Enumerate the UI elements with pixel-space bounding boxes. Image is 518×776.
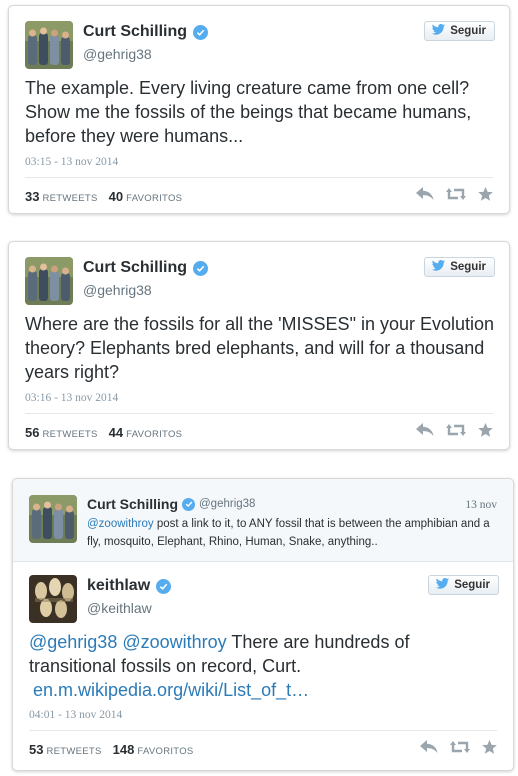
reply-icon[interactable]: [416, 423, 434, 437]
retweet-count[interactable]: 33: [25, 189, 39, 204]
follow-label[interactable]: Seguir: [450, 25, 486, 37]
verified-badge-icon: [193, 24, 208, 40]
author-name-text[interactable]: keithlaw: [87, 577, 150, 595]
tweet-card-2: Curt Schilling @gehrig38 Seguir Where ar…: [8, 241, 510, 450]
quoted-author[interactable]: Curt Schilling @gehrig38: [87, 496, 255, 512]
tweet-stats: 53 RETWEETS 148 FAVORITOS: [29, 742, 202, 757]
favorites-label[interactable]: FAVORITOS: [137, 746, 193, 757]
twitter-bird-icon: [431, 23, 446, 39]
tweet-header: Curt Schilling @gehrig38 Seguir: [25, 21, 495, 69]
tweet-stats: 56 RETWEETS 44 FAVORITOS: [25, 425, 190, 440]
tweet-text: @gehrig38 @zoowithroy There are hundreds…: [29, 630, 499, 702]
avatar[interactable]: [25, 257, 73, 305]
tweet-timestamp[interactable]: 03:15 - 13 nov 2014: [25, 156, 118, 168]
retweet-icon[interactable]: [446, 187, 466, 201]
retweets-label[interactable]: RETWEETS: [46, 746, 101, 757]
favorite-star-icon[interactable]: [478, 423, 493, 437]
follow-button[interactable]: Seguir: [424, 257, 495, 277]
mention-link[interactable]: @gehrig38: [29, 632, 117, 652]
quoted-handle[interactable]: @gehrig38: [199, 498, 255, 510]
quoted-avatar[interactable]: [29, 495, 77, 543]
author-name-text[interactable]: Curt Schilling: [83, 23, 187, 41]
retweet-count[interactable]: 56: [25, 425, 39, 440]
retweet-icon[interactable]: [446, 423, 466, 437]
avatar[interactable]: [29, 575, 77, 623]
favorite-count[interactable]: 40: [109, 189, 123, 204]
verified-badge-icon: [156, 578, 172, 594]
follow-label[interactable]: Seguir: [450, 261, 486, 273]
favorites-label[interactable]: FAVORITOS: [126, 429, 182, 440]
tweet-actions: [420, 740, 497, 754]
twitter-bird-icon: [431, 259, 446, 275]
divider: [25, 177, 493, 178]
follow-button[interactable]: Seguir: [424, 21, 495, 41]
retweet-count[interactable]: 53: [29, 742, 43, 757]
author-name-text[interactable]: Curt Schilling: [83, 259, 187, 277]
tweet-timestamp[interactable]: 03:16 - 13 nov 2014: [25, 392, 118, 404]
author-name[interactable]: Curt Schilling: [83, 23, 208, 41]
mention-link[interactable]: @zoowithroy: [87, 518, 154, 530]
favorite-count[interactable]: 148: [113, 742, 135, 757]
verified-badge-icon: [182, 497, 195, 511]
url-link[interactable]: en.m.wikipedia.org/wiki/List_of_t…: [33, 680, 309, 700]
author-handle[interactable]: @gehrig38: [83, 46, 152, 62]
tweet-header: keithlaw @keithlaw Seguir: [29, 575, 499, 623]
favorites-label[interactable]: FAVORITOS: [126, 193, 182, 204]
tweet-stats: 33 RETWEETS 40 FAVORITOS: [25, 189, 190, 204]
author-handle[interactable]: @gehrig38: [83, 282, 152, 298]
twitter-bird-icon: [435, 577, 450, 593]
reply-tweet-card: Curt Schilling @gehrig38 13 nov @zoowith…: [12, 478, 514, 771]
follow-button[interactable]: Seguir: [428, 575, 499, 595]
favorite-star-icon[interactable]: [478, 187, 493, 201]
quoted-date[interactable]: 13 nov: [465, 499, 497, 511]
reply-icon[interactable]: [420, 740, 438, 754]
tweet-text: The example. Every living creature came …: [25, 78, 472, 146]
tweet-actions: [416, 423, 493, 437]
tweet-card-1: Curt Schilling @gehrig38 Seguir The exam…: [8, 5, 510, 214]
retweet-icon[interactable]: [450, 740, 470, 754]
favorite-count[interactable]: 44: [109, 425, 123, 440]
author-name[interactable]: Curt Schilling: [83, 259, 208, 277]
favorite-star-icon[interactable]: [482, 740, 497, 754]
tweet-header: Curt Schilling @gehrig38 Seguir: [25, 257, 495, 305]
tweet-text: Where are the fossils for all the 'MISSE…: [25, 314, 495, 382]
reply-icon[interactable]: [416, 187, 434, 201]
tweet-actions: [416, 187, 493, 201]
quoted-tweet[interactable]: Curt Schilling @gehrig38 13 nov @zoowith…: [13, 479, 513, 562]
quoted-text: @zoowithroy post a link to it, to ANY fo…: [87, 515, 497, 551]
retweets-label[interactable]: RETWEETS: [42, 429, 97, 440]
divider: [29, 730, 497, 731]
retweets-label[interactable]: RETWEETS: [42, 193, 97, 204]
follow-label[interactable]: Seguir: [454, 579, 490, 591]
verified-badge-icon: [193, 260, 208, 276]
author-handle[interactable]: @keithlaw: [87, 600, 152, 616]
mention-link[interactable]: @zoowithroy: [122, 632, 226, 652]
author-name[interactable]: keithlaw: [87, 577, 172, 595]
divider: [25, 413, 493, 414]
avatar[interactable]: [25, 21, 73, 69]
tweet-timestamp[interactable]: 04:01 - 13 nov 2014: [29, 709, 122, 721]
quoted-author-name[interactable]: Curt Schilling: [87, 496, 178, 512]
